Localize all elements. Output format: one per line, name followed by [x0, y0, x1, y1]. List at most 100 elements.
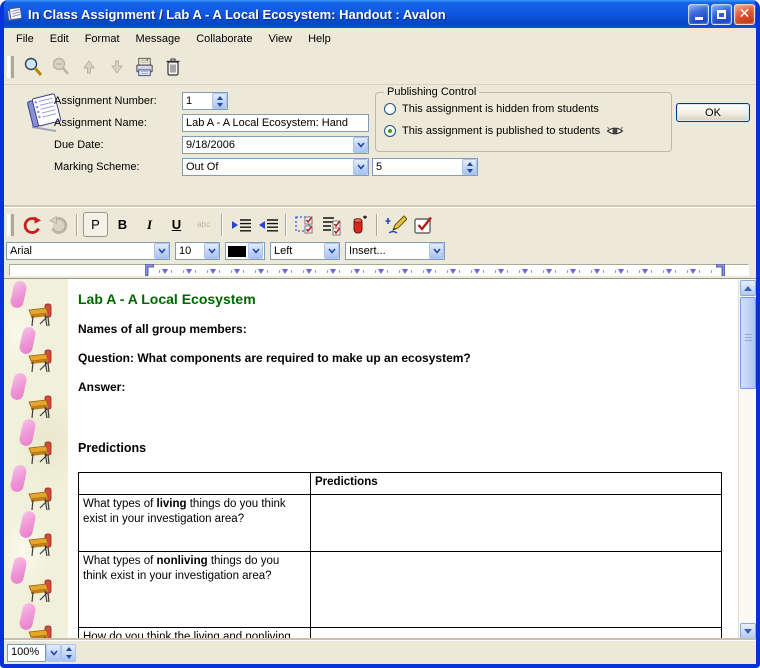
ruler-right-margin-marker[interactable]	[716, 264, 725, 276]
stationery-margin	[4, 279, 68, 640]
assignment-number-spinner[interactable]: 1	[182, 92, 228, 110]
zoom-control[interactable]: 100%	[7, 644, 76, 662]
paragraph-label: P	[91, 217, 100, 232]
row-text: What types of	[83, 555, 157, 567]
menu-item-view[interactable]: View	[260, 30, 300, 48]
app-icon	[6, 6, 23, 22]
ruler	[4, 263, 756, 278]
font-color-dropdown-arrow[interactable]	[248, 243, 263, 259]
title-bar[interactable]: In Class Assignment / Lab A - A Local Ec…	[0, 0, 760, 28]
move-up-button	[76, 55, 101, 80]
menu-item-edit[interactable]: Edit	[42, 30, 77, 48]
ruler-left-margin-marker[interactable]	[145, 264, 154, 276]
outdent-button[interactable]	[255, 212, 280, 237]
assignment-name-label: Assignment Name:	[54, 117, 147, 129]
table-cell-answer[interactable]	[311, 552, 722, 628]
alignment-dropdown-arrow[interactable]	[324, 243, 339, 259]
font-color-swatch	[228, 246, 246, 257]
toolbar-drag-handle[interactable]	[7, 56, 14, 78]
marking-value-spinner[interactable]: 5	[372, 158, 478, 176]
radio-hidden-label: This assignment is hidden from students	[402, 103, 599, 115]
assignment-number-label: Assignment Number:	[54, 95, 157, 107]
review-check-button[interactable]	[410, 212, 435, 237]
print-button[interactable]	[132, 55, 157, 80]
table-header-empty[interactable]	[79, 473, 311, 495]
insert-dropdown-arrow[interactable]	[429, 243, 444, 259]
zoom-spin-buttons[interactable]	[61, 644, 76, 662]
preview-button[interactable]	[20, 55, 45, 80]
due-date-combo[interactable]: 9/18/2006	[182, 136, 369, 154]
scroll-up-icon	[744, 286, 752, 291]
insert-combo[interactable]: Insert...	[345, 242, 445, 260]
editor-toolbar-drag-handle[interactable]	[7, 214, 14, 236]
italic-button[interactable]: I	[137, 212, 162, 237]
annotate-button[interactable]	[383, 212, 408, 237]
assignment-number-value[interactable]: 1	[183, 95, 212, 107]
checked-box-icon	[412, 214, 434, 236]
marking-value[interactable]: 5	[373, 161, 462, 173]
close-button[interactable]: ✕	[734, 4, 755, 25]
radio-hidden-icon[interactable]	[384, 103, 396, 115]
redo-button	[46, 212, 71, 237]
font-family-combo[interactable]: Arial	[6, 242, 170, 260]
indent-button[interactable]	[228, 212, 253, 237]
menu-item-format[interactable]: Format	[77, 30, 128, 48]
due-date-label: Due Date:	[54, 139, 104, 151]
zoom-value[interactable]: 100%	[7, 644, 46, 662]
due-date-dropdown-arrow[interactable]	[353, 137, 368, 153]
checkbox-group-icon	[294, 214, 316, 236]
scroll-thumb[interactable]	[740, 297, 756, 389]
delete-button[interactable]	[160, 55, 185, 80]
row-text: How do you think the living and nonlivin…	[83, 631, 291, 640]
table-cell-question[interactable]: What types of nonliving things do you th…	[79, 552, 311, 628]
menu-item-message[interactable]: Message	[128, 30, 189, 48]
scroll-down-button[interactable]	[740, 623, 756, 639]
maximize-button[interactable]	[711, 4, 732, 25]
minimize-button[interactable]	[688, 4, 709, 25]
school-desk-motif	[28, 439, 55, 471]
radio-published-option[interactable]: This assignment is published to students	[384, 125, 624, 137]
main-toolbar	[4, 50, 756, 85]
font-size-dropdown-arrow[interactable]	[204, 243, 219, 259]
font-family-dropdown-arrow[interactable]	[154, 243, 169, 259]
minimize-icon	[695, 17, 703, 20]
menu-bar: File Edit Format Message Collaborate Vie…	[4, 28, 756, 50]
font-size-combo[interactable]: 10	[175, 242, 220, 260]
radio-hidden-option[interactable]: This assignment is hidden from students	[384, 103, 599, 115]
document-area: Lab A - A Local Ecosystem Names of all g…	[4, 278, 756, 640]
table-row: What types of living things do you think…	[79, 495, 722, 552]
table-row: How do you think the living and nonlivin…	[79, 628, 722, 641]
table-cell-question[interactable]: How do you think the living and nonlivin…	[79, 628, 311, 641]
font-color-combo[interactable]	[225, 242, 265, 260]
bold-button[interactable]: B	[110, 212, 135, 237]
table-cell-answer[interactable]	[311, 628, 722, 641]
undo-button[interactable]	[19, 212, 44, 237]
marking-scheme-dropdown-arrow[interactable]	[353, 159, 368, 175]
alignment-combo[interactable]: Left	[270, 242, 340, 260]
text-style-button: abc	[191, 212, 216, 237]
zoom-dropdown-arrow[interactable]	[46, 644, 61, 662]
menu-item-file[interactable]: File	[8, 30, 42, 48]
menu-item-collaborate[interactable]: Collaborate	[188, 30, 260, 48]
checklist-button[interactable]	[319, 212, 344, 237]
vertical-scrollbar[interactable]	[738, 279, 756, 640]
section-heading-predictions: Predictions	[78, 441, 730, 455]
table-header-predictions[interactable]: Predictions	[311, 473, 722, 495]
menu-item-help[interactable]: Help	[300, 30, 339, 48]
radio-published-icon[interactable]	[384, 125, 396, 137]
insert-field-button[interactable]	[346, 212, 371, 237]
assignment-number-spin-buttons[interactable]	[212, 93, 227, 109]
marking-scheme-combo[interactable]: Out Of	[182, 158, 369, 176]
row-text: What types of	[83, 498, 157, 510]
paragraph-style-button[interactable]: P	[83, 212, 108, 237]
insert-checkbox-group-button[interactable]	[292, 212, 317, 237]
find-icon	[50, 56, 72, 78]
scroll-up-button[interactable]	[740, 280, 756, 296]
marking-value-spin-buttons[interactable]	[462, 159, 477, 175]
underline-button[interactable]: U	[164, 212, 189, 237]
document-content[interactable]: Lab A - A Local Ecosystem Names of all g…	[68, 279, 738, 640]
table-cell-answer[interactable]	[311, 495, 722, 552]
table-cell-question[interactable]: What types of living things do you think…	[79, 495, 311, 552]
ok-button[interactable]: OK	[676, 103, 750, 122]
assignment-name-input[interactable]: Lab A - A Local Ecosystem: Hand	[182, 114, 369, 132]
